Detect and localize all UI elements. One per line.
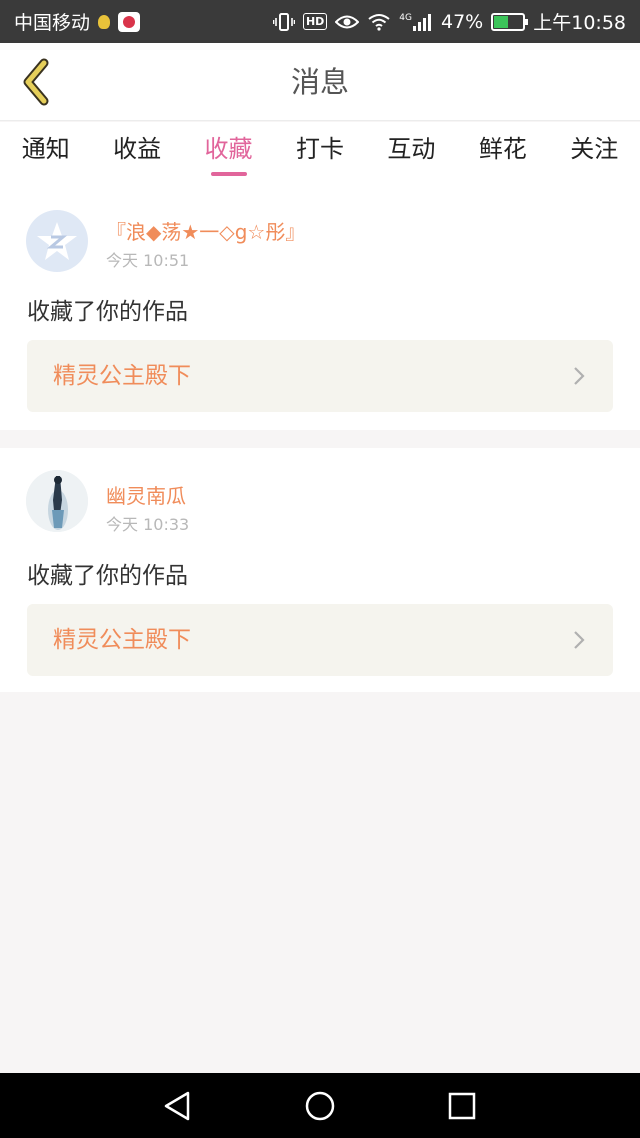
page-title: 消息	[290, 65, 349, 99]
top-app-bar: 消息	[0, 43, 640, 121]
vibrate-icon	[272, 12, 295, 31]
avatar[interactable]	[26, 470, 88, 532]
message-text: 收藏了你的作品	[27, 563, 188, 589]
tab-bar: 通知 收益 收藏 打卡 互动 鲜花 关注	[0, 122, 640, 186]
system-nav-bar	[0, 1073, 640, 1138]
avatar[interactable]	[26, 210, 88, 272]
user-photo-icon	[26, 470, 88, 532]
status-bar: 中国移动 HD 4G 47% 上午10:58	[0, 0, 640, 43]
eye-icon	[335, 15, 360, 28]
tab-notice[interactable]: 通知	[0, 122, 91, 186]
bulb-icon	[98, 14, 111, 29]
tab-following[interactable]: 关注	[549, 122, 640, 186]
tab-earnings[interactable]: 收益	[91, 122, 182, 186]
nav-recents-icon[interactable]	[442, 1086, 482, 1126]
work-link[interactable]: 精灵公主殿下	[27, 340, 613, 412]
notification-card: 『浪◆荡★一◇g☆彤』 今天 10:51 收藏了你的作品 精灵公主殿下	[0, 186, 640, 430]
nav-home-icon[interactable]	[300, 1086, 340, 1126]
timestamp: 今天 10:33	[106, 515, 190, 534]
tab-interaction[interactable]: 互动	[366, 122, 457, 186]
hd-icon: HD	[302, 13, 328, 30]
tab-flowers[interactable]: 鲜花	[457, 122, 548, 186]
default-avatar-icon	[37, 222, 77, 260]
work-link[interactable]: 精灵公主殿下	[27, 604, 613, 676]
signal-icon	[413, 13, 431, 31]
network-type-label: 4G	[399, 12, 412, 23]
wifi-icon	[368, 13, 390, 31]
message-text: 收藏了你的作品	[27, 299, 188, 325]
carrier-label: 中国移动	[14, 12, 91, 34]
notification-card: 幽灵南瓜 今天 10:33 收藏了你的作品 精灵公主殿下	[0, 448, 640, 692]
work-title: 精灵公主殿下	[53, 627, 191, 653]
chevron-right-icon	[574, 367, 585, 385]
tab-checkin[interactable]: 打卡	[274, 122, 365, 186]
clock: 上午10:58	[533, 12, 626, 34]
username[interactable]: 『浪◆荡★一◇g☆彤』	[106, 216, 305, 245]
username[interactable]: 幽灵南瓜	[106, 480, 186, 509]
tab-favorites[interactable]: 收藏	[183, 122, 274, 186]
app-badge-icon	[118, 11, 141, 32]
chevron-right-icon	[574, 631, 585, 649]
timestamp: 今天 10:51	[106, 251, 190, 270]
battery-icon	[491, 12, 529, 31]
battery-percent: 47%	[441, 10, 484, 33]
nav-back-icon[interactable]	[158, 1086, 198, 1126]
work-title: 精灵公主殿下	[53, 363, 191, 389]
